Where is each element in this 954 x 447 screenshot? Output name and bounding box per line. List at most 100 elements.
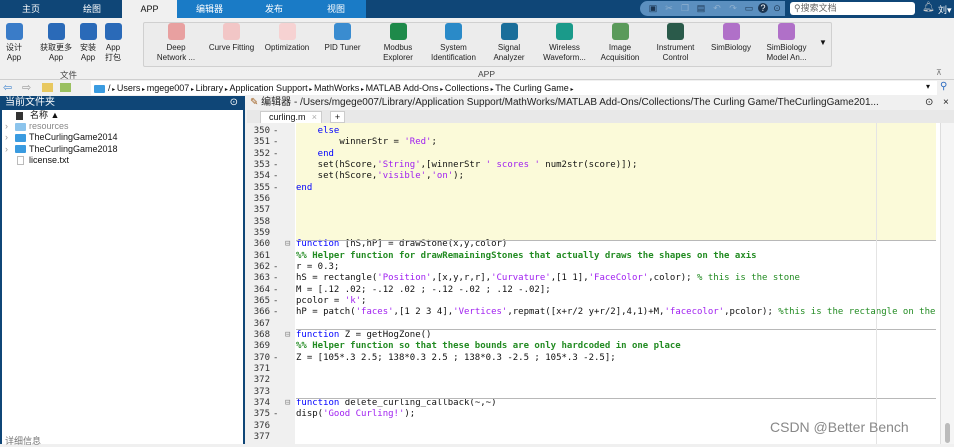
cut-icon[interactable]: ✂ bbox=[664, 3, 674, 13]
file-button[interactable]: App 打包 bbox=[100, 23, 126, 63]
code-line[interactable]: 356 bbox=[247, 194, 954, 205]
app-button[interactable]: Image Acquisition bbox=[592, 23, 648, 63]
close-tab-icon[interactable]: × bbox=[312, 112, 317, 123]
code-line[interactable]: 362- r = 0.3; bbox=[247, 262, 954, 273]
breakpoint-marker[interactable]: - bbox=[273, 296, 278, 307]
breakpoint-marker[interactable]: - bbox=[273, 137, 278, 148]
breakpoint-marker[interactable]: - bbox=[273, 149, 278, 160]
breadcrumb-item[interactable]: Collections bbox=[445, 83, 489, 93]
code-line[interactable]: 374 function delete_curling_callback(~,~)… bbox=[247, 398, 954, 409]
notification-bell-icon[interactable]: 🔔︎ bbox=[922, 2, 935, 13]
code-line[interactable]: 368 function Z = getHogZone() ⊟ bbox=[247, 330, 954, 341]
breakpoint-marker[interactable]: - bbox=[273, 307, 278, 318]
redo-icon[interactable]: ↷ bbox=[728, 3, 738, 13]
app-button[interactable]: Signal Analyzer bbox=[481, 23, 537, 63]
breakpoint-marker[interactable]: - bbox=[273, 126, 278, 137]
code-line[interactable]: 372 bbox=[247, 375, 954, 386]
code-line[interactable]: 358 bbox=[247, 217, 954, 228]
name-column-header[interactable]: 名称 ▲ bbox=[16, 110, 59, 121]
code-line[interactable]: 361 %% Helper function for drawRemainingS… bbox=[247, 251, 954, 262]
app-button[interactable]: Optimization bbox=[259, 23, 315, 53]
expand-chevron-icon[interactable]: › bbox=[5, 121, 15, 132]
details-label[interactable]: 详细信息 bbox=[5, 436, 41, 447]
app-button[interactable]: System Identification bbox=[426, 23, 482, 63]
tab-editor[interactable]: 编辑器 bbox=[177, 0, 242, 18]
undo-icon[interactable]: ↶ bbox=[712, 3, 722, 13]
app-button[interactable]: Wireless Waveform... bbox=[537, 23, 593, 63]
tab-home[interactable]: 主页 bbox=[0, 0, 62, 18]
app-button[interactable]: Modbus Explorer bbox=[370, 23, 426, 63]
code-fold-icon[interactable]: ⊟ bbox=[285, 330, 290, 341]
breakpoint-marker[interactable]: - bbox=[273, 171, 278, 182]
code-line[interactable]: 364- M = [.12 .02; -.12 .02 ; -.12 -.02 ;… bbox=[247, 285, 954, 296]
up-folder-icon[interactable] bbox=[42, 83, 53, 92]
breakpoint-marker[interactable]: - bbox=[273, 353, 278, 364]
code-line[interactable]: 352- end bbox=[247, 149, 954, 160]
app-button[interactable]: SimBiology Model An... bbox=[759, 23, 815, 63]
paste-icon[interactable]: ▤ bbox=[696, 3, 706, 13]
code-line[interactable]: 355- end bbox=[247, 183, 954, 194]
switch-windows-icon[interactable]: ▭ bbox=[744, 3, 754, 13]
breadcrumb-separator-icon[interactable]: ▸ bbox=[569, 87, 573, 93]
app-button[interactable]: Curve Fitting bbox=[204, 23, 260, 53]
breadcrumb-item[interactable]: The Curling Game bbox=[495, 83, 569, 93]
file-row[interactable]: license.txt bbox=[5, 155, 69, 166]
code-line[interactable]: 363- hS = rectangle('Position',[x,y,r,r],… bbox=[247, 273, 954, 284]
path-dropdown-icon[interactable]: ▾ bbox=[926, 82, 930, 91]
breakpoint-marker[interactable]: - bbox=[273, 183, 278, 194]
code-line[interactable]: 370- Z = [105*.3 2.5; 138*0.3 2.5 ; 138*0… bbox=[247, 353, 954, 364]
code-line[interactable]: 365- pcolor = 'k'; bbox=[247, 296, 954, 307]
browse-folder-icon[interactable] bbox=[60, 83, 71, 92]
user-menu[interactable]: 刘▾ bbox=[938, 3, 952, 16]
code-line[interactable]: 353- set(hScore,'String',[winnerStr ' sc… bbox=[247, 160, 954, 171]
panel-menu-icon[interactable]: ⊙ bbox=[230, 96, 238, 110]
current-folder-path[interactable]: / ▸ Users ▸ mgege007 ▸ Library ▸ Applica… bbox=[91, 81, 937, 95]
breadcrumb-item[interactable]: MATLAB Add-Ons bbox=[366, 83, 439, 93]
app-button[interactable]: Instrument Control bbox=[648, 23, 704, 63]
back-icon[interactable]: ⇦ bbox=[3, 81, 12, 94]
code-fold-icon[interactable]: ⊟ bbox=[285, 239, 290, 250]
vertical-scrollbar[interactable] bbox=[940, 123, 954, 444]
editor-menu-icon[interactable]: ⊙ bbox=[925, 96, 933, 110]
breakpoint-marker[interactable]: - bbox=[273, 262, 278, 273]
new-tab-button[interactable]: + bbox=[330, 111, 345, 123]
breakpoint-marker[interactable]: - bbox=[273, 273, 278, 284]
tab-apps[interactable]: APP bbox=[122, 0, 177, 18]
close-editor-icon[interactable]: × bbox=[943, 96, 949, 110]
file-button[interactable]: 设计 App bbox=[0, 23, 28, 63]
breadcrumb-item[interactable]: Users bbox=[117, 83, 141, 93]
code-line[interactable]: 357 bbox=[247, 205, 954, 216]
dropdown-icon[interactable]: ⊙ bbox=[772, 3, 782, 13]
code-editor[interactable]: 350- else 351- winnerStr = 'Red'; 352- end… bbox=[247, 123, 954, 444]
code-line[interactable]: 359 bbox=[247, 228, 954, 239]
code-line[interactable]: 369 %% Helper function so that these boun… bbox=[247, 341, 954, 352]
file-button[interactable]: 获取更多 App bbox=[32, 23, 80, 63]
app-button[interactable]: PID Tuner bbox=[315, 23, 371, 53]
tab-view[interactable]: 视图 bbox=[306, 0, 366, 18]
search-documentation-input[interactable]: ⚲搜索文档 bbox=[790, 2, 915, 15]
code-line[interactable]: 373 bbox=[247, 387, 954, 398]
gallery-expand-icon[interactable]: ▼ bbox=[819, 38, 827, 47]
scrollbar-thumb[interactable] bbox=[945, 423, 950, 443]
app-button[interactable]: SimBiology bbox=[703, 23, 759, 53]
search-folder-icon[interactable]: ⚲ bbox=[940, 81, 947, 92]
expand-chevron-icon[interactable]: › bbox=[5, 144, 15, 155]
breakpoint-marker[interactable]: - bbox=[273, 285, 278, 296]
breakpoint-marker[interactable]: - bbox=[273, 409, 278, 420]
tab-curling-m[interactable]: curling.m × bbox=[260, 111, 322, 123]
help-icon[interactable]: ? bbox=[758, 3, 768, 13]
collapse-ribbon-icon[interactable]: ⊼ bbox=[936, 68, 942, 77]
folder-row[interactable]: › resources bbox=[5, 121, 69, 132]
breadcrumb-item[interactable]: Library bbox=[196, 83, 224, 93]
breadcrumb-item[interactable]: MathWorks bbox=[314, 83, 359, 93]
code-line[interactable]: 371 bbox=[247, 364, 954, 375]
save-icon[interactable]: ▣ bbox=[648, 3, 658, 13]
folder-row[interactable]: › TheCurlingGame2018 bbox=[5, 144, 118, 155]
file-button[interactable]: 安装 App bbox=[75, 23, 101, 63]
app-button[interactable]: Deep Network ... bbox=[148, 23, 204, 63]
expand-chevron-icon[interactable]: › bbox=[5, 132, 15, 143]
breadcrumb-item[interactable]: Application Support bbox=[230, 83, 308, 93]
folder-row[interactable]: › TheCurlingGame2014 bbox=[5, 132, 118, 143]
breakpoint-marker[interactable]: - bbox=[273, 160, 278, 171]
tab-plots[interactable]: 绘图 bbox=[62, 0, 122, 18]
